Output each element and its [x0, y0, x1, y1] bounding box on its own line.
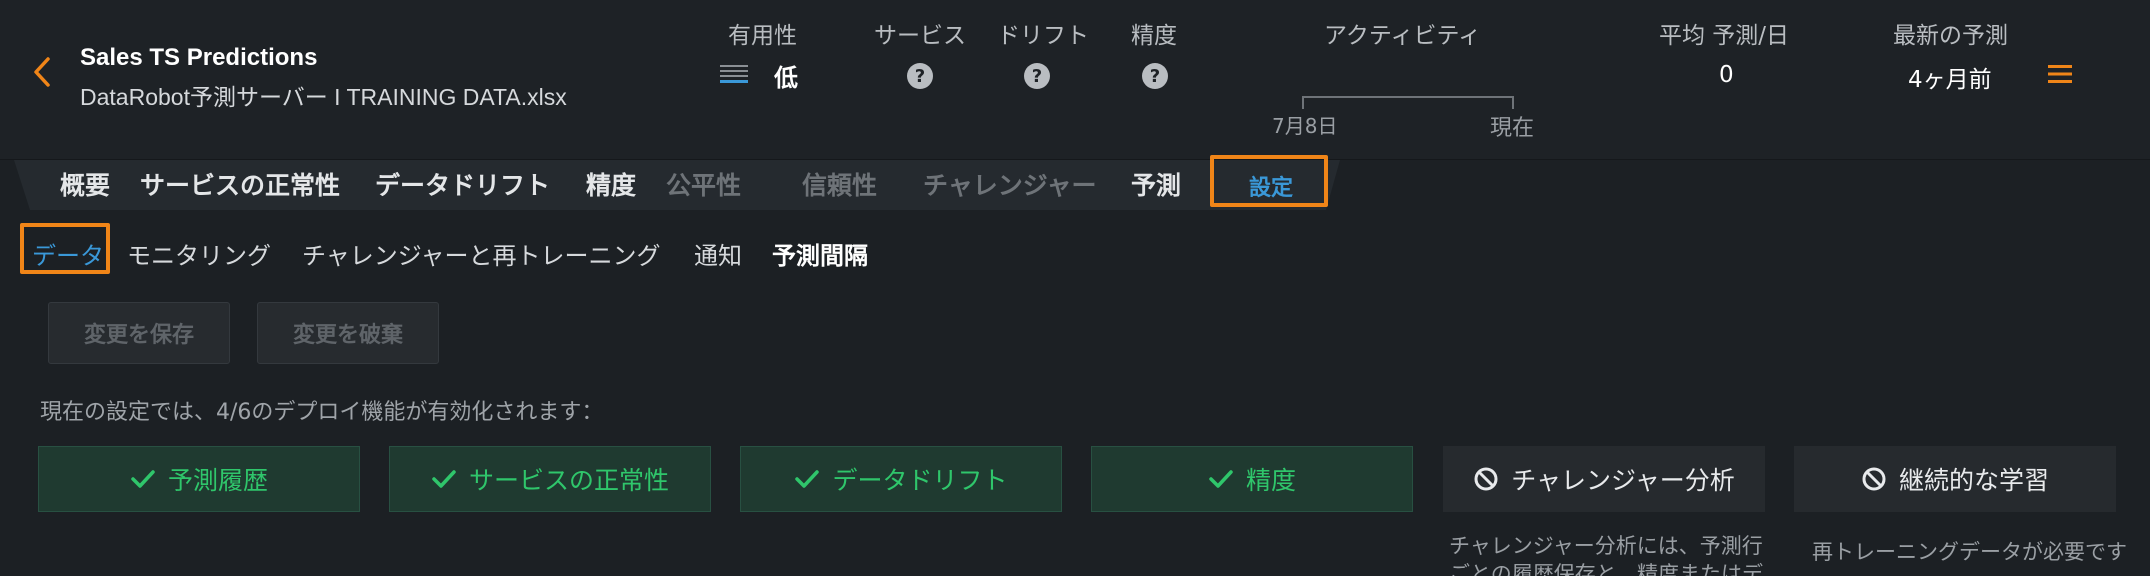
enabled-capabilities-text: 現在の設定では、4/6のデプロイ機能が有効化されます：: [40, 400, 604, 425]
checkmark-icon: [131, 470, 155, 488]
activity-timeline: [1302, 96, 1514, 109]
usefulness-value: 低: [774, 64, 798, 92]
tab-reliability[interactable]: 信頼性: [802, 166, 877, 202]
usage-bars-icon: [720, 65, 748, 83]
tab-service-health[interactable]: サービスの正常性: [140, 166, 340, 202]
feature-label: データドリフト: [832, 466, 1008, 495]
hamburger-menu-icon[interactable]: [2046, 60, 2074, 88]
latest-prediction-label: 最新の予測: [1893, 23, 2008, 49]
deployment-header: Sales TS Predictions DataRobot予測サーバー I T…: [0, 0, 2150, 160]
feature-service-health: サービスの正常性: [389, 446, 711, 512]
tab-overview[interactable]: 概要: [60, 166, 110, 202]
usefulness-label: 有用性: [728, 23, 797, 49]
disabled-circle-icon: [1474, 467, 1498, 491]
data-subtab-highlight: [20, 223, 110, 274]
feature-continuous-learning: 継続的な学習: [1794, 446, 2116, 512]
deployment-subtitle: DataRobot予測サーバー I TRAINING DATA.xlsx: [80, 84, 567, 110]
feature-label: 精度: [1245, 466, 1296, 495]
subtab-prediction-intervals[interactable]: 予測間隔: [772, 236, 868, 271]
tab-challengers[interactable]: チャレンジャー: [923, 166, 1097, 202]
checkmark-icon: [795, 470, 820, 488]
challenger-note-line1: チャレンジャー分析には、予測行: [1449, 534, 1763, 558]
discard-changes-button[interactable]: 変更を破棄: [257, 302, 439, 364]
tab-accuracy[interactable]: 精度: [586, 166, 636, 202]
checkmark-icon: [1209, 470, 1233, 488]
settings-tab-highlight: [1210, 155, 1328, 207]
back-button[interactable]: [22, 52, 62, 92]
service-label: サービス: [874, 23, 966, 49]
latest-prediction-value: 4ヶ月前: [1908, 67, 1992, 93]
drift-help-icon[interactable]: ?: [1024, 63, 1050, 89]
accuracy-label: 精度: [1131, 23, 1177, 49]
feature-label: 継続的な学習: [1898, 466, 2049, 495]
avg-predictions-label: 平均 予測/日: [1659, 23, 1790, 49]
feature-data-drift: データドリフト: [740, 446, 1062, 512]
checkmark-icon: [432, 470, 456, 488]
subtab-challengers-retraining[interactable]: チャレンジャーと再トレーニング: [302, 236, 661, 271]
chevron-left-icon: [34, 57, 50, 87]
activity-label: アクティビティ: [1324, 23, 1482, 49]
feature-label: チャレンジャー分析: [1511, 466, 1735, 495]
feature-label: 予測履歴: [167, 466, 268, 495]
feature-label: サービスの正常性: [468, 466, 669, 495]
feature-accuracy: 精度: [1091, 446, 1413, 512]
service-help-icon[interactable]: ?: [907, 63, 933, 89]
challenger-note-line2: ごとの履歴保存と、精度またはデ: [1449, 562, 1763, 576]
subtab-notifications[interactable]: 通知: [694, 236, 742, 271]
deployment-title: Sales TS Predictions: [80, 44, 318, 71]
accuracy-help-icon[interactable]: ?: [1142, 63, 1168, 89]
save-changes-button[interactable]: 変更を保存: [48, 302, 230, 364]
feature-challenger-analysis: チャレンジャー分析: [1443, 446, 1765, 512]
tab-fairness[interactable]: 公平性: [666, 166, 741, 202]
tab-predictions[interactable]: 予測: [1131, 166, 1181, 202]
drift-label: ドリフト: [997, 23, 1089, 49]
activity-end-label: 現在: [1490, 116, 1535, 141]
activity-start-label: 7月8日: [1272, 114, 1338, 138]
tab-data-drift[interactable]: データドリフト: [375, 166, 550, 202]
subtab-monitoring[interactable]: モニタリング: [127, 236, 271, 271]
avg-predictions-value: 0: [1719, 62, 1734, 88]
retraining-note: 再トレーニングデータが必要です: [1812, 540, 2127, 564]
disabled-circle-icon: [1862, 467, 1886, 491]
feature-prediction-history: 予測履歴: [38, 446, 360, 512]
